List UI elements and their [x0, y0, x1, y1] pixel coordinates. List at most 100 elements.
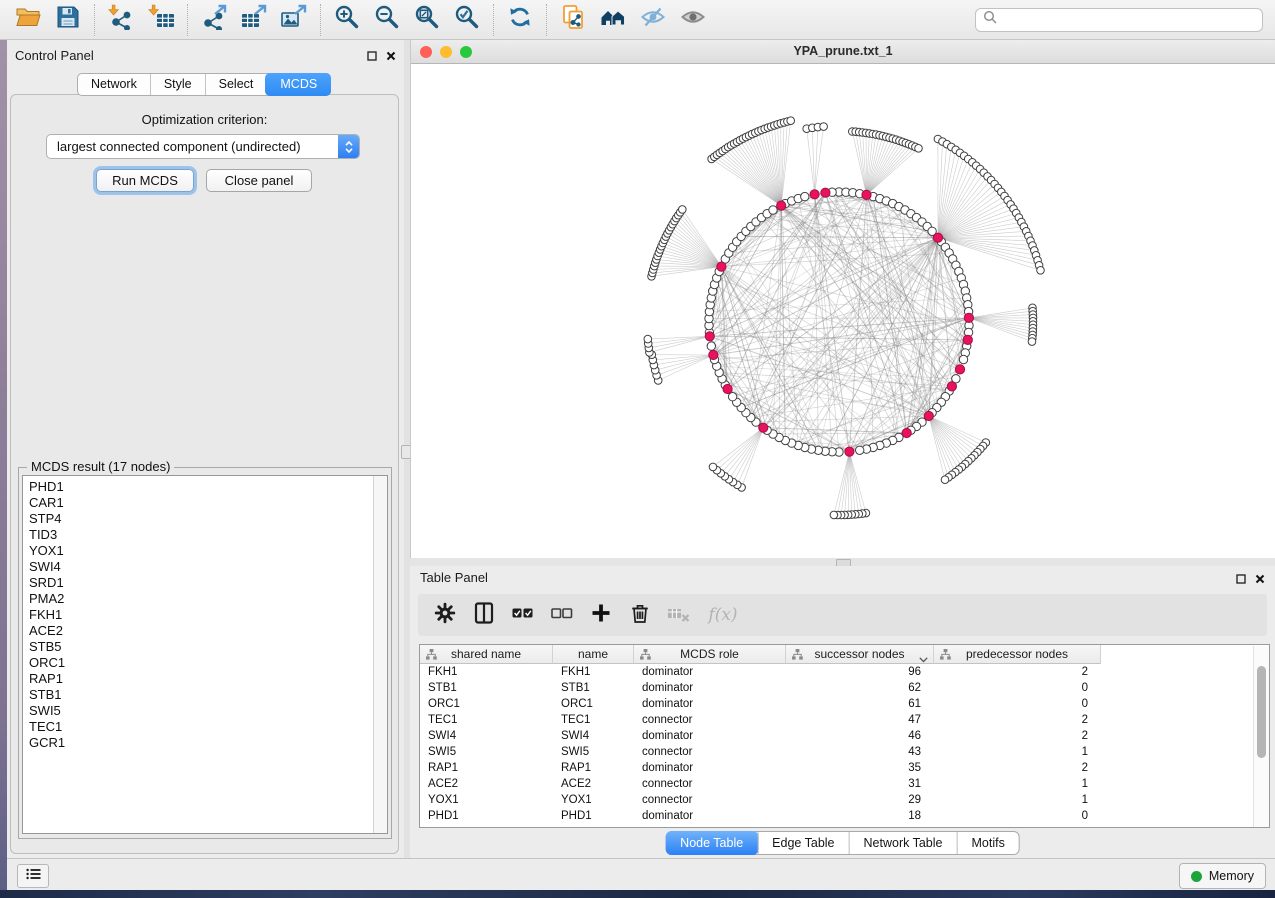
zoom-in-button[interactable] [329, 4, 365, 36]
mcds-result-item[interactable]: TID3 [29, 527, 65, 543]
mcds-result-item[interactable]: STP4 [29, 511, 65, 527]
table-row[interactable]: RAP1RAP1dominator352 [420, 760, 1101, 776]
network-canvas[interactable] [411, 64, 1275, 558]
horizontal-splitter[interactable] [410, 558, 1275, 566]
mcds-result-item[interactable]: PMA2 [29, 591, 65, 607]
hub-node[interactable] [717, 262, 726, 271]
zoom-out-button[interactable] [369, 4, 405, 36]
tab-select[interactable]: Select [205, 74, 267, 95]
close-panel-icon[interactable] [386, 48, 396, 66]
hub-node[interactable] [933, 233, 942, 242]
open-file-button[interactable] [10, 4, 46, 36]
mcds-result-item[interactable]: STB1 [29, 687, 65, 703]
column-header-predecessor-nodes[interactable]: predecessor nodes [934, 645, 1101, 664]
export-image-button[interactable] [276, 4, 312, 36]
column-header-name[interactable]: name [553, 645, 634, 664]
hub-node[interactable] [759, 423, 768, 432]
delete-button[interactable] [628, 602, 652, 628]
hub-node[interactable] [810, 190, 819, 199]
mcds-result-item[interactable]: PHD1 [29, 479, 65, 495]
mcds-result-item[interactable]: RAP1 [29, 671, 65, 687]
show-all-button[interactable] [675, 4, 711, 36]
split-panel-button[interactable] [472, 602, 496, 628]
mcds-result-item[interactable]: CAR1 [29, 495, 65, 511]
hub-node[interactable] [709, 350, 718, 359]
export-network-button[interactable] [196, 4, 232, 36]
list-scrollbar[interactable] [373, 476, 387, 833]
hub-node[interactable] [963, 335, 972, 344]
mcds-result-item[interactable]: GCR1 [29, 735, 65, 751]
tab-network[interactable]: Network [78, 74, 150, 95]
tab-style[interactable]: Style [150, 74, 205, 95]
hub-node[interactable] [777, 201, 786, 210]
select-all-button[interactable] [511, 602, 535, 628]
tab-node-table[interactable]: Node Table [665, 831, 758, 855]
search-box[interactable] [975, 8, 1263, 32]
table-cell: 0 [934, 808, 1101, 824]
import-table-button[interactable] [143, 4, 179, 36]
hide-selected-button[interactable] [635, 4, 671, 36]
table-cell: YOX1 [420, 792, 553, 808]
network-titlebar[interactable]: YPA_prune.txt_1 [411, 40, 1275, 64]
hub-node[interactable] [845, 447, 854, 456]
tab-network-table[interactable]: Network Table [849, 832, 957, 854]
mcds-result-item[interactable]: STB5 [29, 639, 65, 655]
table-row[interactable]: SWI4SWI4dominator462 [420, 728, 1101, 744]
first-neighbors-button[interactable] [595, 4, 631, 36]
scrollbar-thumb[interactable] [1257, 666, 1266, 758]
tab-mcds[interactable]: MCDS [265, 73, 331, 96]
add-button[interactable] [589, 602, 613, 628]
run-mcds-button[interactable]: Run MCDS [96, 169, 194, 192]
tab-motifs[interactable]: Motifs [956, 832, 1018, 854]
deselect-all-button[interactable] [550, 602, 574, 628]
search-input[interactable] [1003, 12, 1255, 28]
save-session-button[interactable] [50, 4, 86, 36]
memory-button[interactable]: Memory [1179, 863, 1266, 889]
table-row[interactable]: TEC1TEC1connector472 [420, 712, 1101, 728]
hub-node[interactable] [705, 332, 714, 341]
float-panel-icon[interactable] [367, 48, 377, 66]
hub-node[interactable] [947, 382, 956, 391]
mcds-result-item[interactable]: ORC1 [29, 655, 65, 671]
mcds-result-item[interactable]: SWI5 [29, 703, 65, 719]
tab-edge-table[interactable]: Edge Table [757, 832, 848, 854]
table-row[interactable]: ORC1ORC1dominator610 [420, 696, 1101, 712]
table-row[interactable]: STB1STB1dominator620 [420, 680, 1101, 696]
hub-node[interactable] [723, 384, 732, 393]
float-panel-icon[interactable] [1236, 571, 1246, 589]
mcds-result-item[interactable]: SWI4 [29, 559, 65, 575]
hub-node[interactable] [862, 190, 871, 199]
settings-button[interactable] [433, 602, 457, 628]
table-row[interactable]: ACE2ACE2connector311 [420, 776, 1101, 792]
refresh-button[interactable] [502, 4, 538, 36]
column-header-MCDS-role[interactable]: MCDS role [634, 645, 786, 664]
hub-node[interactable] [924, 411, 933, 420]
mcds-result-item[interactable]: FKH1 [29, 607, 65, 623]
zoom-selected-button[interactable] [449, 4, 485, 36]
table-row[interactable]: SWI5SWI5connector431 [420, 744, 1101, 760]
table-scrollbar[interactable] [1253, 646, 1269, 827]
close-panel-button[interactable]: Close panel [206, 169, 312, 192]
hub-node[interactable] [964, 313, 973, 322]
table-row[interactable]: YOX1YOX1connector291 [420, 792, 1101, 808]
copy-network-button[interactable] [555, 4, 591, 36]
mcds-result-item[interactable]: ACE2 [29, 623, 65, 639]
import-network-button[interactable] [103, 4, 139, 36]
hub-node[interactable] [955, 365, 964, 374]
mcds-result-item[interactable]: YOX1 [29, 543, 65, 559]
mcds-result-item[interactable]: SRD1 [29, 575, 65, 591]
hub-node[interactable] [821, 188, 830, 197]
task-history-button[interactable] [17, 864, 49, 888]
table-row[interactable]: FKH1FKH1dominator962 [420, 664, 1101, 680]
mcds-result-item[interactable]: TEC1 [29, 719, 65, 735]
column-header-successor-nodes[interactable]: successor nodes [786, 645, 934, 664]
column-header-shared-name[interactable]: shared name [420, 645, 553, 664]
mcds-result-list[interactable]: PHD1CAR1STP4TID3YOX1SWI4SRD1PMA2FKH1ACE2… [22, 475, 388, 834]
zoom-fit-button[interactable] [409, 4, 445, 36]
criterion-select[interactable]: largest connected component (undirected) [46, 134, 360, 159]
mcds-result-group: MCDS result (17 nodes) PHD1CAR1STP4TID3Y… [18, 467, 392, 839]
table-row[interactable]: PHD1PHD1dominator180 [420, 808, 1101, 824]
hub-node[interactable] [902, 428, 911, 437]
close-panel-icon[interactable] [1255, 571, 1265, 589]
export-table-button[interactable] [236, 4, 272, 36]
